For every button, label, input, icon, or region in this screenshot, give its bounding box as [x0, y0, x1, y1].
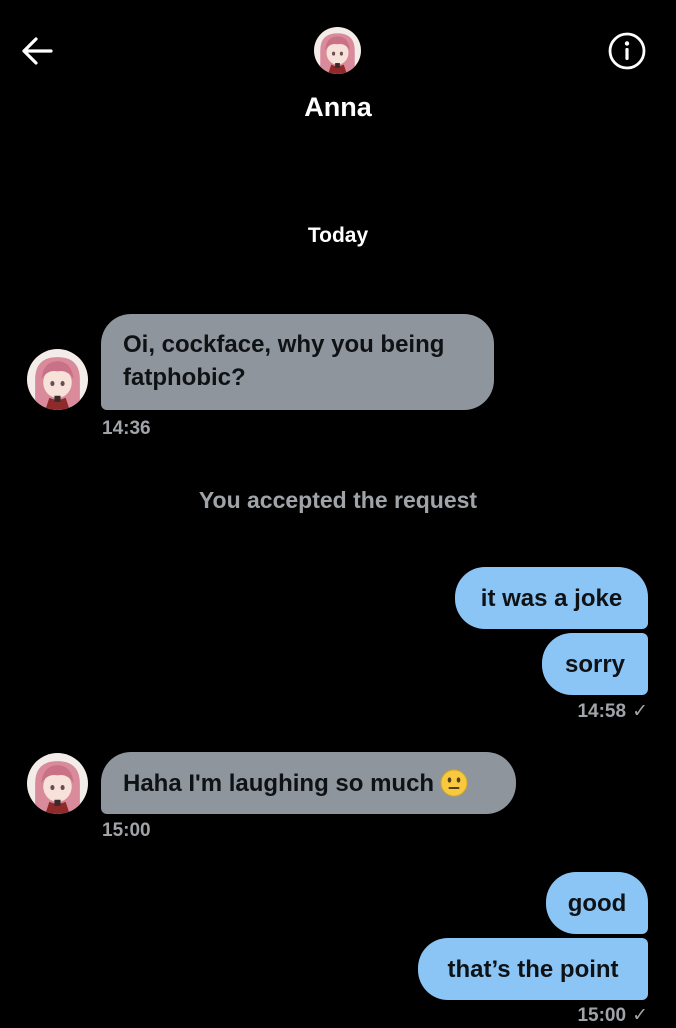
check-icon: ✓	[632, 701, 648, 722]
contact-name[interactable]: Anna	[238, 90, 438, 124]
message-text: it was a joke	[480, 584, 623, 612]
arrow-left-icon	[22, 37, 53, 65]
message-timestamp: 15:00	[102, 820, 151, 841]
message-bubble-outgoing[interactable]: sorry	[542, 633, 648, 695]
message-text: Oi, cockface, why you being fatphobic?	[123, 331, 445, 391]
message-text: good	[567, 889, 627, 917]
message-bubble-incoming[interactable]: Oi, cockface, why you being fatphobic?	[101, 314, 494, 410]
message-timestamp: 14:36	[102, 418, 151, 439]
sender-avatar[interactable]	[27, 753, 88, 814]
neutral-face-emoji	[440, 769, 468, 797]
message-text: Haha I'm laughing so much	[123, 769, 435, 797]
info-button[interactable]	[606, 30, 648, 72]
system-message: You accepted the request	[198, 487, 478, 513]
sender-avatar[interactable]	[27, 349, 88, 410]
message-text: that’s the point	[447, 955, 619, 983]
message-timestamp-row: 14:58 ✓	[450, 700, 648, 724]
message-timestamp-row: 15:00 ✓	[450, 1004, 648, 1028]
message-timestamp: 15:00	[577, 1005, 627, 1026]
info-circle-icon	[608, 32, 646, 70]
message-bubble-incoming[interactable]: Haha I'm laughing so much	[101, 752, 516, 814]
message-bubble-outgoing[interactable]: good	[546, 872, 648, 934]
message-timestamp: 14:58	[577, 701, 627, 722]
contact-avatar-image	[27, 349, 88, 410]
contact-avatar-image	[27, 753, 88, 814]
message-text: sorry	[564, 650, 626, 678]
header-avatar[interactable]	[314, 27, 361, 74]
message-bubble-outgoing[interactable]: it was a joke	[455, 567, 648, 629]
contact-avatar-image	[314, 27, 361, 74]
back-button[interactable]	[18, 32, 56, 70]
date-separator: Today	[307, 224, 369, 247]
message-bubble-outgoing[interactable]: that’s the point	[418, 938, 648, 1000]
check-icon: ✓	[632, 1005, 648, 1026]
